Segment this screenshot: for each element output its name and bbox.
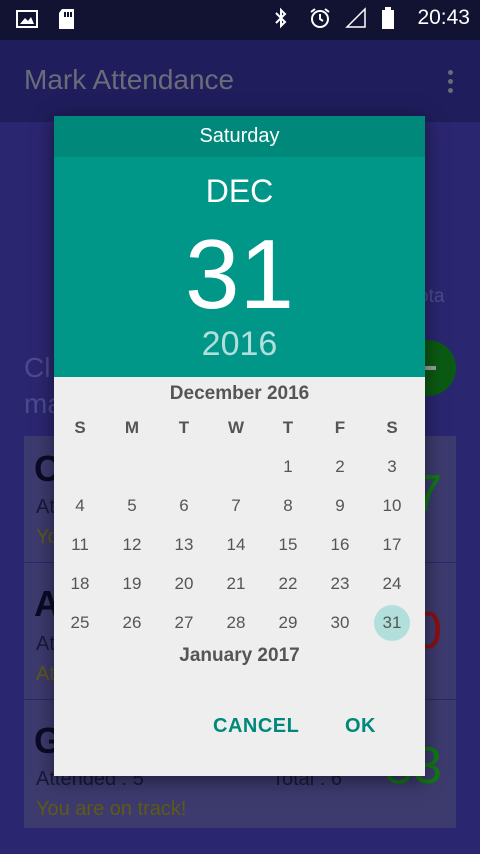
selected-day-of-week: Saturday — [54, 116, 425, 157]
calendar-day[interactable]: 20 — [158, 574, 210, 594]
track-status: At — [36, 663, 55, 685]
calendar-day[interactable]: 13 — [158, 535, 210, 555]
calendar-day[interactable]: 28 — [210, 613, 262, 633]
calendar-month-title: December 2016 — [169, 383, 310, 404]
next-month-title: January 2017 — [179, 645, 300, 666]
bluetooth-icon — [273, 7, 295, 29]
calendar-day[interactable]: 10 — [366, 496, 418, 516]
cancel-button[interactable]: CANCEL — [213, 715, 299, 738]
weekday-header: T — [282, 418, 294, 437]
calendar-day[interactable]: 15 — [262, 535, 314, 555]
calendar-day[interactable]: 12 — [106, 535, 158, 555]
calendar-day[interactable]: 21 — [210, 574, 262, 594]
signal-icon — [345, 7, 367, 29]
weekday-header: T — [178, 418, 190, 437]
calendar-day[interactable]: 6 — [158, 496, 210, 516]
weekday-header: S — [386, 418, 398, 437]
calendar-day[interactable]: 23 — [314, 574, 366, 594]
calendar-day[interactable]: 30 — [314, 613, 366, 633]
calendar-day[interactable]: 4 — [54, 496, 106, 516]
alarm-icon — [309, 7, 331, 29]
calendar-day[interactable]: 11 — [54, 535, 106, 555]
calendar-day[interactable]: 18 — [54, 574, 106, 594]
selected-year[interactable]: 2016 — [54, 325, 425, 364]
selected-month[interactable]: DEC — [54, 173, 425, 210]
battery-icon — [381, 7, 403, 29]
ok-button[interactable]: OK — [345, 715, 376, 738]
calendar-day[interactable]: 8 — [262, 496, 314, 516]
selected-day[interactable]: 31 — [54, 219, 425, 329]
weekday-header: W — [227, 418, 245, 437]
calendar-day[interactable]: 16 — [314, 535, 366, 555]
calendar-day[interactable]: 19 — [106, 574, 158, 594]
calendar-day[interactable]: 25 — [54, 613, 106, 633]
calendar-day[interactable]: 1 — [262, 457, 314, 477]
calendar-day[interactable]: 31 — [366, 613, 418, 633]
date-picker-header: DEC 31 2016 — [54, 157, 425, 377]
status-time: 20:43 — [417, 6, 470, 29]
status-bar: 20:43 — [0, 0, 480, 40]
calendar-day[interactable]: 9 — [314, 496, 366, 516]
calendar-day[interactable]: 7 — [210, 496, 262, 516]
image-notification-icon — [16, 8, 38, 30]
weekday-header: S — [74, 418, 86, 437]
more-options-icon[interactable] — [448, 70, 454, 97]
calendar-day[interactable]: 26 — [106, 613, 158, 633]
date-picker-dialog: Saturday DEC 31 2016 December 2016 SMTWT… — [54, 116, 425, 776]
weekday-header: M — [124, 418, 140, 437]
calendar-day[interactable]: 14 — [210, 535, 262, 555]
sd-card-icon — [56, 8, 78, 30]
calendar-day[interactable]: 3 — [366, 457, 418, 477]
calendar-day[interactable]: 17 — [366, 535, 418, 555]
calendar-day[interactable]: 27 — [158, 613, 210, 633]
calendar-day[interactable]: 22 — [262, 574, 314, 594]
calendar-day[interactable]: 2 — [314, 457, 366, 477]
track-status: You are on track! — [36, 798, 187, 820]
calendar-day[interactable]: 5 — [106, 496, 158, 516]
weekday-header: F — [334, 418, 346, 437]
app-bar: Mark Attendance — [0, 40, 480, 122]
calendar-day[interactable]: 24 — [366, 574, 418, 594]
bg-heading-line-1: Cl — [24, 352, 51, 383]
calendar-day[interactable]: 29 — [262, 613, 314, 633]
app-title: Mark Attendance — [24, 64, 235, 95]
